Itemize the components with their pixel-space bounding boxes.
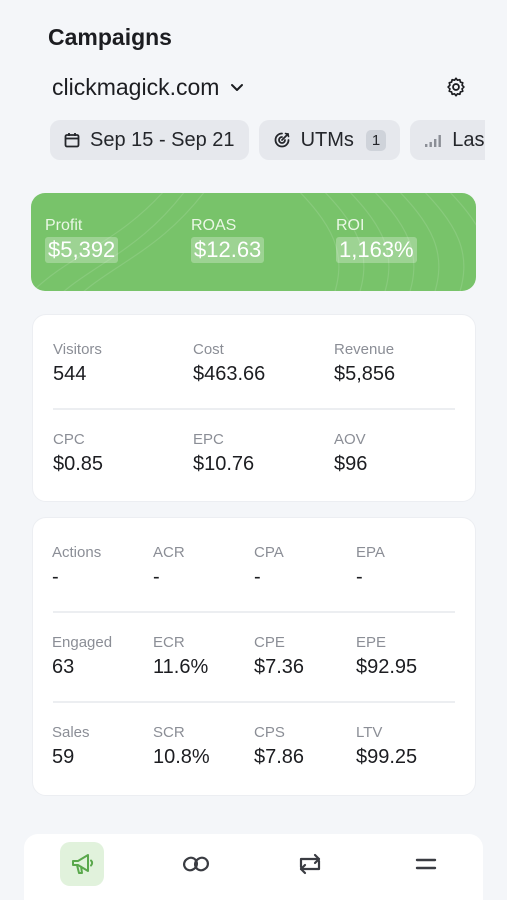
cpa-metric: CPA - [254,544,284,589]
tab-campaigns[interactable] [60,842,104,886]
utms-chip[interactable]: UTMs 1 [258,120,401,160]
cost-value: $463.66 [193,363,266,385]
acr-metric: ACR - [153,544,185,589]
scr-metric: SCR 10.8% [153,724,210,769]
cpe-label: CPE [254,634,285,651]
engaged-value: 63 [52,656,75,678]
divider [53,611,455,613]
ecr-label: ECR [153,634,185,651]
cpe-value: $7.36 [254,656,305,678]
tab-menu[interactable] [404,842,448,886]
divider [53,701,455,703]
menu-icon [415,858,437,870]
visitors-label: Visitors [53,341,102,358]
cpa-value: - [254,566,261,588]
engaged-metric: Engaged 63 [52,634,112,679]
ltv-value: $99.25 [356,746,418,768]
epc-metric: EPC $10.76 [193,431,254,476]
summary-banner: Profit $5,392 ROAS $12.63 ROI 1,163% [31,193,476,291]
bottom-tab-bar [24,834,483,900]
aov-value: $96 [334,453,368,475]
roas-label: ROAS [191,217,237,234]
sales-value: 59 [52,746,75,768]
utms-count-badge: 1 [365,129,387,151]
cps-label: CPS [254,724,285,741]
actions-value: - [52,566,59,588]
roi-value: 1,163% [336,237,417,263]
revenue-value: $5,856 [334,363,396,385]
tab-links[interactable] [174,842,218,886]
acr-label: ACR [153,544,185,561]
sales-metric: Sales 59 [52,724,90,769]
revenue-label: Revenue [334,341,395,358]
epa-value: - [356,566,363,588]
ltv-metric: LTV $99.25 [356,724,417,769]
date-range-label: Sep 15 - Sep 21 [90,128,235,151]
cost-metric: Cost $463.66 [193,341,265,386]
revenue-metric: Revenue $5,856 [334,341,395,386]
domain-name[interactable]: clickmagick.com [52,74,219,101]
last-period-chip[interactable]: Las [410,120,485,160]
actions-label: Actions [52,544,102,561]
epa-label: EPA [356,544,385,561]
epe-metric: EPE $92.95 [356,634,417,679]
epe-value: $92.95 [356,656,418,678]
last-period-label: Las [452,128,485,151]
ecr-metric: ECR 11.6% [153,634,208,679]
link-icon [182,856,210,872]
profit-metric: Profit $5,392 [45,217,119,263]
roas-value: $12.63 [191,237,265,263]
cpa-label: CPA [254,544,284,561]
aov-metric: AOV $96 [334,431,367,476]
visitors-value: 544 [53,363,87,385]
conversions-card: Actions - ACR - CPA - EPA - Engaged 63 E… [32,517,476,796]
epe-label: EPE [356,634,387,651]
sales-label: Sales [52,724,90,741]
cps-metric: CPS $7.86 [254,724,304,769]
target-icon [274,132,289,148]
scr-label: SCR [153,724,185,741]
filter-bar: Sep 15 - Sep 21 UTMs 1 Las [50,120,485,160]
acr-value: - [153,566,160,588]
cpc-value: $0.85 [53,453,104,475]
epc-value: $10.76 [193,453,255,475]
profit-value: $5,392 [45,237,119,263]
traffic-card: Visitors 544 Cost $463.66 Revenue $5,856… [32,314,476,502]
repeat-icon [299,853,321,875]
chevron-down-icon[interactable] [229,79,245,95]
date-range-chip[interactable]: Sep 15 - Sep 21 [50,120,249,160]
cpe-metric: CPE $7.36 [254,634,304,679]
ltv-label: LTV [356,724,383,741]
domain-selector[interactable]: clickmagick.com [52,70,467,104]
ecr-value: 11.6% [153,656,209,678]
gear-icon[interactable] [445,76,467,98]
tab-rotators[interactable] [288,842,332,886]
aov-label: AOV [334,431,366,448]
divider [53,408,455,410]
actions-metric: Actions - [52,544,101,589]
utms-label: UTMs [300,128,354,151]
cpc-label: CPC [53,431,85,448]
megaphone-icon [72,854,94,874]
epa-metric: EPA - [356,544,385,589]
page-title: Campaigns [48,24,172,50]
roi-label: ROI [336,217,365,234]
visitors-metric: Visitors 544 [53,341,102,386]
cost-label: Cost [193,341,224,358]
scr-value: 10.8% [153,746,210,768]
calendar-icon [64,133,80,148]
cps-value: $7.86 [254,746,305,768]
profit-label: Profit [45,217,83,234]
cpc-metric: CPC $0.85 [53,431,103,476]
roas-metric: ROAS $12.63 [191,217,265,263]
epc-label: EPC [193,431,224,448]
roi-metric: ROI 1,163% [336,217,417,263]
signal-bars-icon [425,135,442,147]
engaged-label: Engaged [52,634,113,651]
